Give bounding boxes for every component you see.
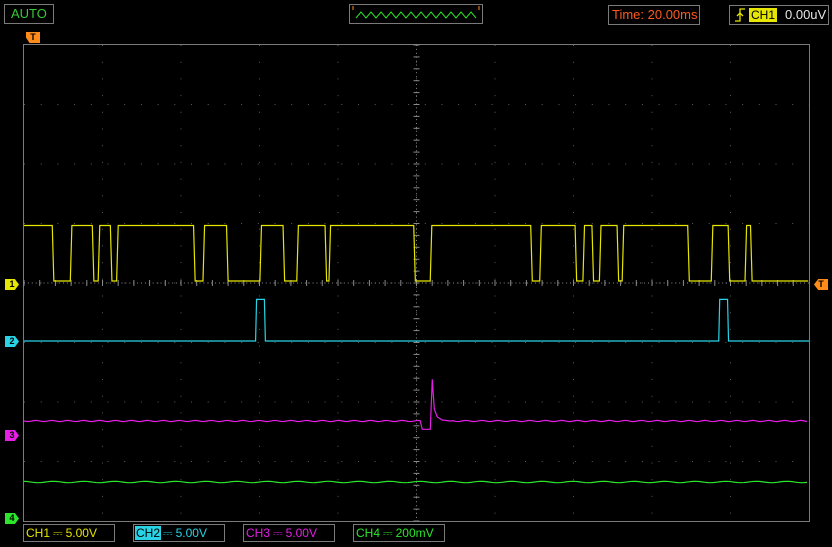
ch2-scale: 5.00V (175, 526, 207, 540)
ch2-settings[interactable]: CH2 ⎓ 5.00V (133, 524, 225, 542)
scope-plot (23, 44, 809, 522)
ch1-settings[interactable]: CH1 ⎓ 5.00V (23, 524, 115, 542)
ch3-trace (23, 379, 808, 430)
ch4-settings[interactable]: CH4 ⎓ 200mV (353, 524, 445, 542)
dc-coupling-icon: ⎓ (273, 526, 283, 540)
graticule (23, 44, 809, 522)
ch2-trace (24, 298, 809, 342)
ch3-settings[interactable]: CH3 ⎓ 5.00V (243, 524, 335, 542)
dc-coupling-icon: ⎓ (53, 526, 63, 540)
ch2-name: CH2 (135, 526, 162, 540)
ch4-trace (23, 480, 808, 484)
ch4-name: CH4 (356, 526, 381, 540)
ch1-name: CH1 (26, 526, 51, 540)
ch1-trace (24, 224, 809, 282)
dc-coupling-icon: ⎓ (383, 526, 393, 540)
ch3-name: CH3 (246, 526, 271, 540)
ch1-scale: 5.00V (65, 526, 97, 540)
dc-coupling-icon: ⎓ (163, 526, 173, 540)
ch4-scale: 200mV (395, 526, 434, 540)
ch3-scale: 5.00V (285, 526, 317, 540)
